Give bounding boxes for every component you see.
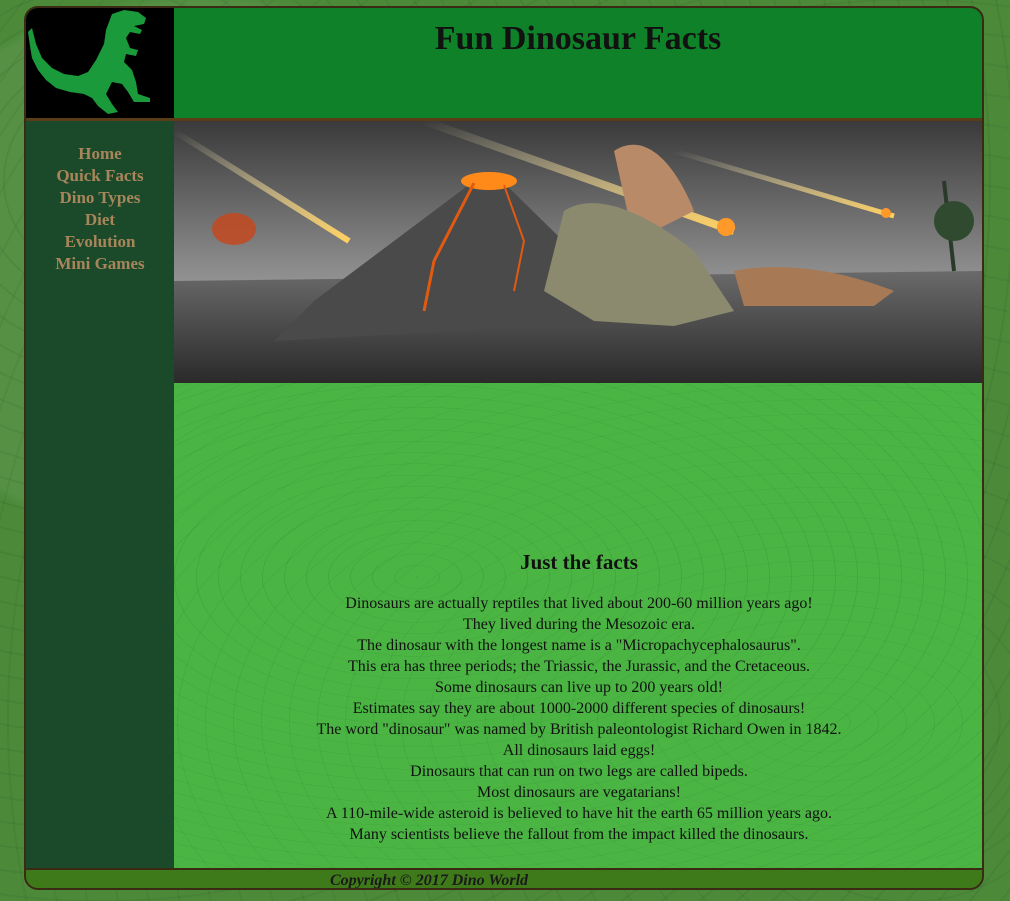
sidebar-nav: Home Quick Facts Dino Types Diet Evoluti… (26, 121, 174, 275)
sidebar-item-quick-facts[interactable]: Quick Facts (26, 165, 174, 187)
fact-item: All dinosaurs laid eggs! (502, 742, 656, 759)
hero-image (174, 121, 982, 383)
sidebar-item-mini-games[interactable]: Mini Games (26, 253, 174, 275)
page-frame: Fun Dinosaur Facts Home Quick Facts Dino… (24, 6, 984, 890)
hero-illustration (174, 121, 982, 383)
fact-item: Some dinosaurs can live up to 200 years … (435, 679, 723, 696)
fact-item: This era has three periods; the Triassic… (347, 658, 811, 675)
facts-list: Dinosaurs are actually reptiles that liv… (174, 593, 982, 845)
sidebar: Home Quick Facts Dino Types Diet Evoluti… (26, 121, 174, 868)
fact-item: Dinosaurs are actually reptiles that liv… (345, 595, 813, 612)
fact-item: Dinosaurs that can run on two legs are c… (410, 763, 748, 780)
sidebar-item-diet[interactable]: Diet (26, 209, 174, 231)
main-content: Just the facts Dinosaurs are actually re… (174, 383, 982, 868)
fact-item: Estimates say they are about 1000-2000 d… (352, 700, 806, 717)
copyright-text: Copyright © 2017 Dino World (329, 872, 529, 889)
fact-item: A 110-mile-wide asteroid is believed to … (326, 805, 832, 822)
fact-item: Many scientists believe the fallout from… (349, 826, 809, 843)
logo[interactable] (26, 8, 174, 118)
site-footer: Copyright © 2017 Dino World (26, 868, 982, 889)
t-rex-silhouette-icon (28, 10, 150, 114)
sidebar-item-evolution[interactable]: Evolution (26, 231, 174, 253)
site-title: Fun Dinosaur Facts (434, 20, 722, 57)
sidebar-item-home[interactable]: Home (26, 143, 174, 165)
site-header: Fun Dinosaur Facts (26, 8, 982, 121)
fact-item: They lived during the Mesozoic era. (463, 616, 695, 633)
fact-item: The dinosaur with the longest name is a … (357, 637, 801, 654)
fact-item: The word "dinosaur" was named by British… (316, 721, 842, 738)
section-title: Just the facts (520, 550, 638, 574)
fact-item: Most dinosaurs are vegatarians! (477, 784, 681, 801)
sidebar-item-dino-types[interactable]: Dino Types (26, 187, 174, 209)
